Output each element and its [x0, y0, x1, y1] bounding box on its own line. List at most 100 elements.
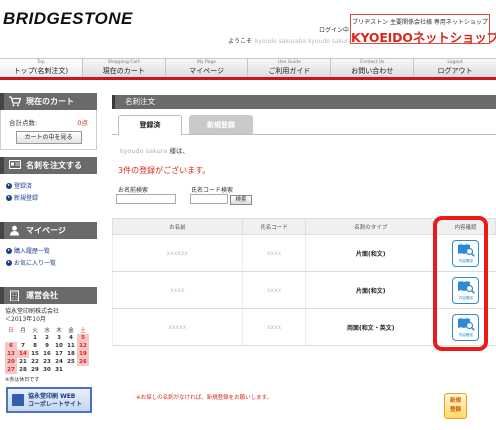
- calendar-month[interactable]: ＜2013年10月: [5, 316, 97, 324]
- row-card-type: 片面(和文): [305, 234, 436, 272]
- brand-subtitle: ブリヂストン 主要関係会社様 専用ネットショップ: [352, 19, 488, 26]
- arrow-bullet-icon: [6, 182, 12, 189]
- banner-line-1: 協永堂印刷 WEB: [28, 393, 76, 400]
- page-title: 名刺注文: [112, 95, 496, 109]
- nav-item-guide[interactable]: Use Guide ご利用ガイド: [248, 59, 332, 77]
- view-details-label: 内容確認: [458, 258, 473, 263]
- calendar-week: 1 2 3 4 5: [5, 334, 89, 342]
- nav-item-contact[interactable]: Contact Us お問い合わせ: [331, 59, 415, 77]
- calendar-day: 8: [33, 343, 37, 349]
- login-status-link[interactable]: ログイン中: [319, 25, 349, 34]
- calendar-day: 20: [5, 358, 17, 366]
- table-row: xxxxx xxxx 両面(和文・英文) 内容確認: [112, 308, 496, 346]
- calendar-day: 29: [31, 367, 39, 373]
- nav-item-label: トップ(名刺注文): [13, 67, 69, 75]
- tab-new-register[interactable]: 新規登録: [189, 115, 253, 135]
- calendar-day: 10: [55, 343, 63, 349]
- cart-icon: [9, 96, 21, 107]
- calendar-day: 28: [19, 367, 27, 373]
- sidebar-link-new-register[interactable]: 新規登録: [6, 193, 91, 202]
- global-nav: Top トップ(名刺注文) Shopping Cart 現在のカート My Pa…: [0, 58, 496, 80]
- search-button[interactable]: 検索: [230, 195, 252, 205]
- kyoeido-shop-banner[interactable]: ブリヂストン 主要関係会社様 専用ネットショップ KYOEIDOネットショップ: [350, 14, 496, 45]
- customer-name: kyoudo sakura: [120, 147, 168, 155]
- calendar-note: ※赤は休日です: [5, 377, 40, 383]
- company-name: 協永堂印刷株式会社: [5, 308, 60, 315]
- calendar-day: 15: [31, 351, 39, 357]
- nav-item-label: ご利用ガイド: [268, 67, 311, 75]
- calendar-day: 7: [21, 343, 25, 349]
- bridgestone-logo[interactable]: BRIDGESTONE: [3, 9, 133, 29]
- search-area: お名前検索 氏名コード検索 検索: [112, 185, 496, 217]
- main-content: 名刺注文 登録済 新規登録 kyoudo sakura 様は、 3件の登録がござ…: [112, 95, 496, 346]
- row-code: xxxx: [241, 234, 306, 272]
- cart-section-title: 現在のカート: [26, 97, 74, 106]
- calendar-weekday: 日: [8, 328, 14, 334]
- calendar-weekday: 土: [80, 328, 86, 334]
- book-search-icon: [458, 280, 476, 294]
- calendar-day: 25: [67, 359, 75, 365]
- calendar-day: [65, 366, 77, 374]
- tab-registered[interactable]: 登録済: [118, 115, 182, 135]
- business-card-icon: [9, 160, 21, 169]
- calendar-day: 5: [77, 334, 89, 342]
- company-section-header: 運営会社: [0, 287, 97, 304]
- sidebar-link-favorites[interactable]: お気に入り一覧: [6, 258, 91, 267]
- book-search-icon: [458, 243, 476, 257]
- nav-item-top[interactable]: Top トップ(名刺注文): [0, 59, 83, 77]
- view-details-label: 内容確認: [458, 332, 473, 337]
- search-code-input[interactable]: [190, 194, 228, 204]
- company-info: 協永堂印刷株式会社 ＜2013年10月: [5, 308, 97, 324]
- row-view-cell: 内容確認: [435, 271, 496, 309]
- calendar-day: 17: [55, 351, 63, 357]
- calendar-day: 27: [5, 366, 17, 374]
- calendar-week: 6 7 8 9 10 11 12: [5, 342, 89, 350]
- nav-item-mypage[interactable]: My Page マイページ: [166, 59, 249, 77]
- new-register-button[interactable]: 新規 登録: [444, 393, 467, 419]
- row-code: xxxx: [241, 271, 306, 309]
- calendar-weekday: 水: [44, 328, 50, 334]
- calendar-weekday: 木: [56, 328, 62, 334]
- nav-item-logout[interactable]: Logout ログアウト: [414, 59, 496, 77]
- corporate-site-banner[interactable]: 協永堂印刷 WEB コーポレートサイト: [6, 387, 92, 413]
- order-links: 登録済 新規登録: [0, 174, 97, 210]
- header: BRIDGESTONE ログイン中 ようこそ kyoudo sakuraba ky…: [0, 0, 496, 58]
- nav-item-label: お問い合わせ: [351, 67, 394, 75]
- sidebar-link-registered[interactable]: 登録済: [6, 181, 91, 190]
- calendar-day: [17, 334, 29, 342]
- calendar-day: 1: [33, 335, 37, 341]
- calendar-week: 20 21 22 23 24 25 26: [5, 358, 89, 366]
- row-name: xxxxxx: [112, 234, 243, 272]
- sidebar-link-label: 新規登録: [14, 195, 39, 202]
- new-register-label-1: 新規: [449, 398, 461, 404]
- sidebar-link-purchase-history[interactable]: 購入履歴一覧: [6, 246, 91, 255]
- arrow-bullet-icon: [6, 247, 12, 254]
- view-details-button[interactable]: 内容確認: [452, 239, 480, 267]
- calendar-day: 6: [5, 342, 17, 350]
- row-view-cell: 内容確認: [435, 308, 496, 346]
- view-cart-button[interactable]: カートの中を見る: [15, 131, 82, 144]
- calendar-day: [5, 334, 17, 342]
- search-name-input[interactable]: [116, 194, 176, 204]
- sidebar-link-label: お気に入り一覧: [14, 260, 57, 267]
- calendar-day: 18: [67, 351, 75, 357]
- nav-item-cart[interactable]: Shopping Cart 現在のカート: [83, 59, 166, 77]
- mypage-section-title: マイページ: [26, 226, 66, 235]
- calendar-day: 26: [77, 358, 89, 366]
- welcome-prefix: ようこそ: [228, 38, 253, 45]
- arrow-bullet-icon: [6, 194, 12, 201]
- mypage-links: 購入履歴一覧 お気に入り一覧: [0, 239, 97, 275]
- table-row: xxxxxx xxxx 片面(和文) 内容確認: [112, 234, 496, 272]
- calendar-day: 21: [19, 359, 27, 365]
- calendar-day: 12: [77, 342, 89, 350]
- search-name-label: お名前検索: [118, 187, 149, 194]
- view-details-button[interactable]: 内容確認: [452, 313, 480, 341]
- column-header-code: 氏名コード: [241, 218, 307, 235]
- customer-line: kyoudo sakura 様は、: [120, 145, 496, 155]
- view-details-button[interactable]: 内容確認: [452, 276, 480, 304]
- calendar-day: 24: [55, 359, 63, 365]
- search-code-label: 氏名コード検索: [191, 187, 234, 194]
- row-view-cell: 内容確認: [435, 234, 496, 272]
- calendar-day: 16: [43, 351, 51, 357]
- column-header-view: 内容確認: [435, 218, 496, 235]
